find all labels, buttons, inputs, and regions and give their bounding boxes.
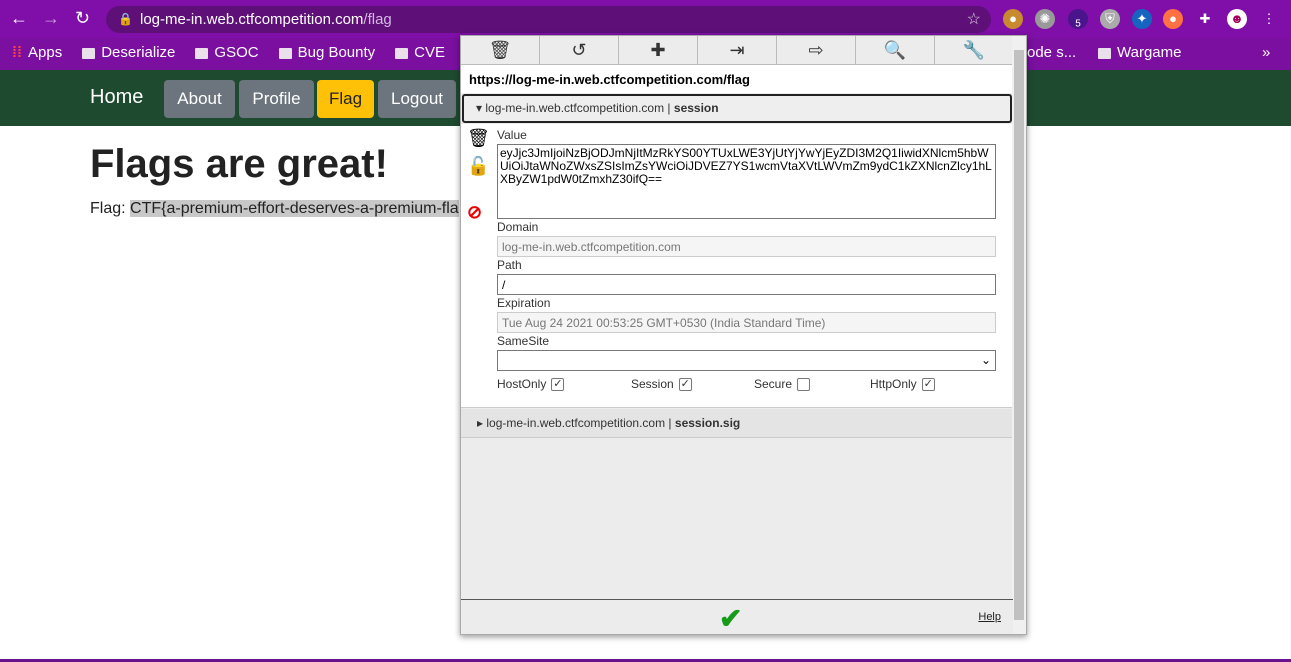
editor-footer: ✔ Help xyxy=(461,599,1013,634)
bookmark-folder[interactable]: Bug Bounty xyxy=(278,38,375,68)
nav-profile[interactable]: Profile xyxy=(239,80,314,118)
forward-icon[interactable]: → xyxy=(42,8,60,29)
cookie-header-session[interactable]: ▾ log-me-in.web.ctfcompetition.com | ses… xyxy=(462,94,1012,123)
back-icon[interactable]: ← xyxy=(10,8,28,29)
bookmarks-overflow[interactable]: » xyxy=(1262,38,1270,68)
value-label: Value xyxy=(497,128,527,142)
path-label: Path xyxy=(497,258,522,272)
avatar[interactable]: ☻ xyxy=(1227,9,1247,29)
address-bar[interactable]: 🔒 log-me-in.web.ctfcompetition.com/flag … xyxy=(106,6,991,33)
url-path: /flag xyxy=(363,11,392,28)
bookmark-apps[interactable]: ⁞⁞ Apps xyxy=(12,38,62,68)
export-icon[interactable]: ⇨ xyxy=(777,36,856,64)
path-field[interactable]: / xyxy=(497,274,996,295)
cookie-details: 🗑 🔓 ⊘ Value eyJjc3JmIjoiNzBjODJmNjItMzRk… xyxy=(461,124,1013,408)
extensions-puzzle-icon[interactable]: ✚ xyxy=(1195,9,1215,29)
browser-toolbar: ← → ↻ 🔒 log-me-in.web.ctfcompetition.com… xyxy=(0,0,1291,38)
extension-icon[interactable]: ✺ xyxy=(1035,9,1055,29)
unlock-icon[interactable]: 🔓 xyxy=(467,156,489,177)
reset-icon[interactable]: ↺ xyxy=(540,36,619,64)
nav-flag[interactable]: Flag xyxy=(317,80,374,118)
samesite-label: SameSite xyxy=(497,334,550,348)
nav-logout[interactable]: Logout xyxy=(378,80,456,118)
url-host: log-me-in.web.ctfcompetition.com xyxy=(140,11,364,28)
domain-label: Domain xyxy=(497,220,539,234)
nav-about[interactable]: About xyxy=(164,80,235,118)
menu-icon[interactable]: ⋮ xyxy=(1259,9,1279,29)
flag-line: Flag: CTF{a-premium-effort-deserves-a-pr… xyxy=(90,200,459,218)
extension-icon[interactable]: ● xyxy=(1163,9,1183,29)
nav-home[interactable]: Home xyxy=(90,86,143,109)
bookmark-folder[interactable]: CVE xyxy=(395,38,445,68)
editor-toolbar: 🗑 ↺ ✚ ⇥ ⇨ 🔍 🔧 xyxy=(461,36,1013,65)
delete-cookie-icon[interactable]: 🗑 xyxy=(467,128,490,149)
chevron-down-icon: ⌄ xyxy=(980,353,991,367)
reload-icon[interactable]: ↻ xyxy=(75,8,90,29)
httponly-checkbox[interactable]: HttpOnly ✓ xyxy=(870,377,935,391)
domain-field[interactable]: log-me-in.web.ctfcompetition.com xyxy=(497,236,996,257)
extension-icon[interactable]: ⛨ xyxy=(1100,9,1120,29)
extension-icon[interactable]: ✦ xyxy=(1132,9,1152,29)
expiration-field[interactable]: Tue Aug 24 2021 00:53:25 GMT+0530 (India… xyxy=(497,312,996,333)
value-textarea[interactable]: eyJjc3JmIjoiNzBjODJmNjItMzRkYS00YTUxLWE3… xyxy=(497,144,996,219)
flag-label: Flag: xyxy=(90,200,126,217)
help-link[interactable]: Help xyxy=(978,611,1001,623)
secure-checkbox[interactable]: Secure xyxy=(754,377,811,391)
bookmarks-bar: ⁞⁞ Apps Deserialize GSOC Bug Bounty CVE xyxy=(12,38,445,68)
extension-icon[interactable]: 5 xyxy=(1068,9,1088,30)
scrollbar[interactable] xyxy=(1012,36,1026,634)
import-icon[interactable]: ⇥ xyxy=(698,36,777,64)
expiration-label: Expiration xyxy=(497,296,551,310)
cookie-editor-extension-icon[interactable]: ● xyxy=(1003,9,1023,29)
delete-all-icon[interactable]: 🗑 xyxy=(461,36,540,64)
settings-wrench-icon[interactable]: 🔧 xyxy=(935,36,1013,64)
extension-badge: 5 xyxy=(1075,18,1081,30)
page-title: Flags are great! xyxy=(90,142,388,186)
scrollbar-thumb[interactable] xyxy=(1014,50,1024,620)
block-icon[interactable]: ⊘ xyxy=(467,202,482,223)
cookie-header-session-sig[interactable]: ▸ log-me-in.web.ctfcompetition.com | ses… xyxy=(461,409,1013,438)
bookmark-star-icon[interactable]: ☆ xyxy=(967,6,981,33)
flag-value: CTF{a-premium-effort-deserves-a-premium-… xyxy=(130,200,459,217)
hostonly-checkbox[interactable]: HostOnly ✓ xyxy=(497,377,565,391)
editor-url: https://log-me-in.web.ctfcompetition.com… xyxy=(461,65,1013,93)
add-icon[interactable]: ✚ xyxy=(619,36,698,64)
save-checkmark-icon[interactable]: ✔ xyxy=(719,602,742,635)
session-checkbox[interactable]: Session ✓ xyxy=(631,377,692,391)
bookmark-folder[interactable]: ode s... xyxy=(1027,38,1076,68)
lock-icon: 🔒 xyxy=(118,12,133,26)
search-icon[interactable]: 🔍 xyxy=(856,36,935,64)
bookmark-folder[interactable]: GSOC xyxy=(195,38,259,68)
samesite-select[interactable]: ⌄ xyxy=(497,350,996,371)
bookmark-folder[interactable]: Wargame xyxy=(1098,38,1181,68)
cookie-editor-popup: 🗑 ↺ ✚ ⇥ ⇨ 🔍 🔧 https://log-me-in.web.ctfc… xyxy=(460,35,1027,635)
bookmark-folder[interactable]: Deserialize xyxy=(82,38,175,68)
